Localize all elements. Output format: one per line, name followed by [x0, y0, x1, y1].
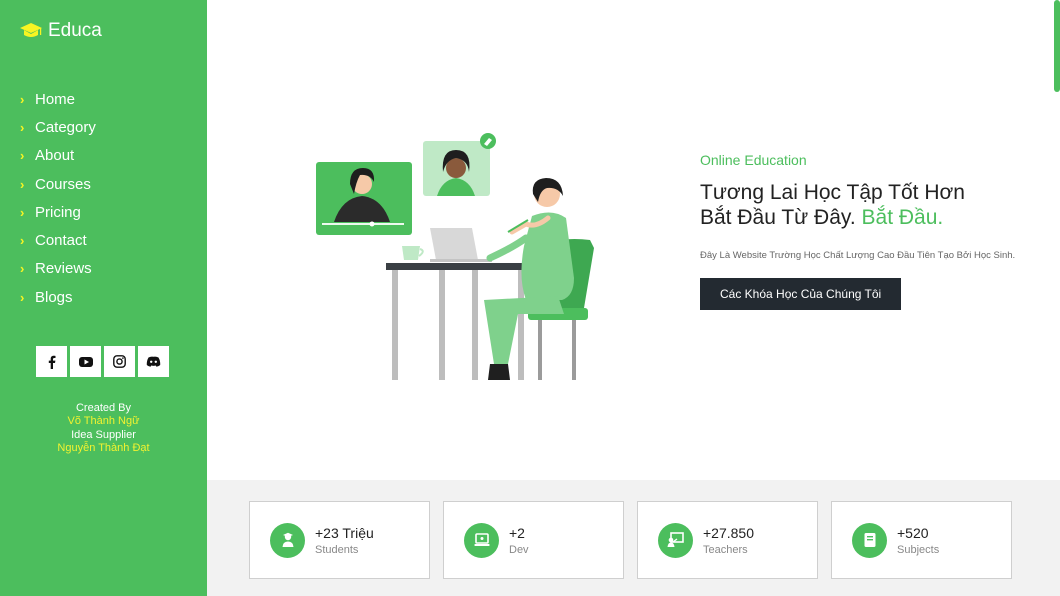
credits-author[interactable]: Võ Thành Ngữ: [0, 415, 207, 428]
laptop-icon: [464, 522, 499, 558]
nav-item-blogs[interactable]: › Blogs: [20, 283, 96, 311]
instagram-link[interactable]: [104, 346, 135, 377]
stat-label: Students: [315, 543, 359, 556]
nav-item-label: About: [35, 147, 75, 165]
stat-value: +23 Triệu: [315, 524, 374, 541]
stat-text: +2 Dev: [509, 525, 529, 556]
stat-value: +2: [509, 524, 525, 541]
hero-headline-accent: Bắt Đầu.: [861, 206, 944, 229]
chevron-right-icon: ›: [20, 148, 25, 164]
user-graduate-icon: [270, 522, 305, 558]
hero-description: Đây Là Website Trường Học Chất Lượng Cao…: [700, 250, 1016, 261]
sidebar: Educa › Home › Category › About › Courses › P…: [0, 0, 207, 596]
stat-value: +27.850: [703, 524, 754, 541]
credits-created-by: Created By: [75, 402, 132, 414]
stat-card-students: +23 Triệu Students: [249, 501, 430, 579]
nav-item-home[interactable]: › Home: [20, 85, 96, 113]
nav-item-contact[interactable]: › Contact: [20, 226, 96, 254]
stat-label: Subjects: [897, 543, 940, 556]
nav-item-label: Category: [35, 118, 96, 136]
youtube-icon: [78, 356, 93, 367]
chevron-right-icon: ›: [20, 91, 25, 107]
brand-logo[interactable]: Educa: [20, 20, 102, 42]
nav-item-reviews[interactable]: › Reviews: [20, 255, 96, 283]
graduation-cap-icon: [20, 23, 42, 37]
instagram-icon: [113, 355, 126, 368]
nav-item-label: Reviews: [35, 260, 92, 278]
stat-label: Teachers: [703, 543, 748, 556]
stat-card-subjects: +520 Subjects: [831, 501, 1012, 579]
discord-link[interactable]: [138, 346, 169, 377]
book-icon: [852, 522, 887, 558]
nav-item-label: Pricing: [35, 203, 81, 221]
nav-item-pricing[interactable]: › Pricing: [20, 198, 96, 226]
nav-item-label: Contact: [35, 232, 87, 250]
hero-headline: Tương Lai Học Tập Tốt Hơn Bắt Đầu Từ Đây…: [700, 180, 1030, 230]
nav-item-about[interactable]: › About: [20, 142, 96, 170]
credits-idea-label: Idea Supplier: [71, 428, 136, 441]
chevron-right-icon: ›: [20, 204, 25, 220]
chevron-right-icon: ›: [20, 119, 25, 135]
brand-name: Educa: [48, 20, 102, 41]
nav-item-label: Courses: [35, 175, 91, 193]
credits: Created By Võ Thành Ngữ Idea Supplier Ng…: [0, 402, 207, 455]
nav-item-label: Home: [35, 90, 76, 108]
scrollbar-thumb[interactable]: [1054, 0, 1060, 92]
chevron-right-icon: ›: [20, 176, 25, 192]
stats-section: +23 Triệu Students +2 Dev +27.850 Teache…: [207, 480, 1060, 596]
chevron-right-icon: ›: [20, 261, 25, 277]
app-root: Educa › Home › Category › About › Courses › P…: [0, 0, 1060, 596]
facebook-link[interactable]: [36, 346, 67, 377]
hero-section: Online Education Tương Lai Học Tập Tốt H…: [700, 152, 1030, 310]
discord-icon: [146, 356, 161, 367]
sidebar-nav: › Home › Category › About › Courses › Pricing…: [20, 85, 96, 311]
hero-headline-line2: Bắt Đầu Từ Đây. Bắt Đầu.: [700, 205, 1030, 230]
courses-cta-button[interactable]: Các Khóa Học Của Chúng Tôi: [700, 278, 902, 310]
social-links: [36, 346, 169, 377]
hero-illustration: [316, 133, 594, 380]
stat-card-dev: +2 Dev: [443, 501, 624, 579]
hero-eyebrow: Online Education: [700, 152, 807, 168]
hero-headline-line1: Tương Lai Học Tập Tốt Hơn: [700, 181, 965, 204]
stat-card-teachers: +27.850 Teachers: [637, 501, 818, 579]
stat-label: Dev: [509, 543, 529, 556]
nav-item-label: Blogs: [35, 288, 73, 306]
stat-text: +520 Subjects: [897, 525, 939, 556]
nav-item-courses[interactable]: › Courses: [20, 170, 96, 198]
stat-value: +520: [897, 524, 929, 541]
stat-text: +23 Triệu Students: [315, 525, 374, 556]
youtube-link[interactable]: [70, 346, 101, 377]
chevron-right-icon: ›: [20, 289, 25, 305]
facebook-icon: [48, 355, 55, 369]
chevron-right-icon: ›: [20, 233, 25, 249]
hero-headline-line2-text: Bắt Đầu Từ Đây.: [700, 206, 856, 229]
nav-item-category[interactable]: › Category: [20, 113, 96, 141]
teacher-board-icon: [658, 522, 693, 558]
stat-text: +27.850 Teachers: [703, 525, 754, 556]
credits-supplier[interactable]: Nguyễn Thành Đạt: [0, 442, 207, 455]
